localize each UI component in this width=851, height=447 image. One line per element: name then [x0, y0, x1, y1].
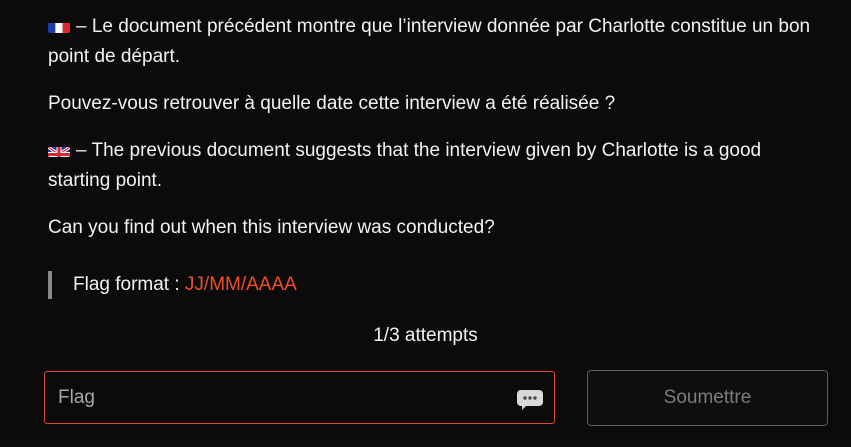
challenge-description: – Le document précédent montre que l’int…	[48, 12, 818, 260]
attempts-counter: 1/3 attempts	[373, 325, 478, 346]
french-description-text: – Le document précédent montre que l’int…	[48, 16, 811, 67]
flag-input-container[interactable]	[44, 371, 555, 424]
flag-format-label: Flag format :	[73, 274, 185, 295]
flag-input[interactable]	[45, 372, 554, 423]
french-question: Pouvez-vous retrouver à quelle date cett…	[48, 93, 616, 114]
french-description: – Le document précédent montre que l’int…	[48, 12, 818, 72]
english-question: Can you find out when this interview was…	[48, 217, 495, 238]
password-manager-icon[interactable]	[517, 390, 543, 410]
english-description-text: – The previous document suggests that th…	[48, 140, 762, 191]
submit-button[interactable]: Soumettre	[587, 370, 828, 426]
english-description: – The previous document suggests that th…	[48, 136, 818, 196]
flag-format-value: JJ/MM/AAAA	[184, 274, 297, 295]
flag-format-note: Flag format : JJ/MM/AAAA	[48, 271, 297, 299]
uk-flag-icon	[48, 142, 70, 157]
france-flag-icon	[48, 18, 70, 33]
